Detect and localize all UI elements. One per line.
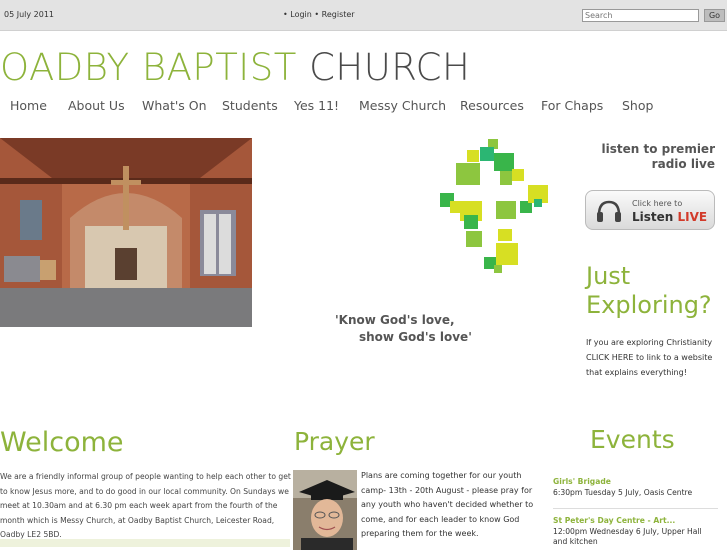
- tagline: 'Know God's love, show God's love': [335, 312, 472, 346]
- nav-item-yes-11[interactable]: Yes 11!: [294, 98, 339, 113]
- welcome-box: [0, 539, 290, 547]
- tagline-line1: 'Know God's love,: [335, 313, 455, 327]
- just-exploring-heading: Just Exploring?: [586, 262, 712, 320]
- event-detail: 6:30pm Tuesday 5 July, Oasis Centre: [553, 488, 693, 497]
- nav-item-home[interactable]: Home: [10, 98, 47, 113]
- event-detail: 12:00pm Wednesday 6 July, Upper Hall and…: [553, 527, 702, 546]
- listen-button-small-text: Click here to: [632, 199, 683, 208]
- nav-item-about-us[interactable]: About Us: [68, 98, 125, 113]
- cross-logo: [436, 135, 552, 275]
- nav-item-students[interactable]: Students: [222, 98, 278, 113]
- main-nav: Home About Us What's On Students Yes 11!…: [0, 98, 727, 116]
- search-go-button[interactable]: Go: [704, 9, 725, 22]
- nav-item-shop[interactable]: Shop: [622, 98, 653, 113]
- welcome-text: We are a friendly informal group of peop…: [0, 472, 291, 539]
- exploring-text[interactable]: If you are exploring Christianity CLICK …: [586, 335, 721, 380]
- nav-item-for-chaps[interactable]: For Chaps: [541, 98, 603, 113]
- current-date: 05 July 2011: [4, 10, 55, 19]
- listen-button-big-text: Listen LIVE: [632, 210, 707, 224]
- login-register-links[interactable]: • Login • Register: [283, 10, 355, 19]
- headphones-icon: [597, 200, 621, 222]
- tagline-line2: show God's love': [359, 330, 472, 344]
- exploring-line1: Just: [586, 262, 631, 290]
- church-interior-photo: [0, 138, 252, 327]
- top-bar: 05 July 2011 • Login • Register Go: [0, 0, 727, 31]
- premier-line1: listen to premier: [601, 142, 715, 156]
- site-title-part1: OADBY BAPTIST: [0, 46, 297, 89]
- welcome-heading: Welcome: [0, 427, 124, 458]
- nav-item-messy-church[interactable]: Messy Church: [359, 98, 446, 113]
- search-input[interactable]: [582, 9, 699, 22]
- premier-radio-heading: listen to premier radio live: [602, 142, 715, 172]
- prayer-heading: Prayer: [294, 427, 375, 456]
- nav-item-resources[interactable]: Resources: [460, 98, 524, 113]
- site-title[interactable]: OADBY BAPTIST CHURCH: [0, 46, 470, 89]
- site-title-part2: CHURCH: [309, 46, 471, 89]
- event-title[interactable]: St Peter's Day Centre - Art...: [553, 516, 675, 525]
- events-heading: Events: [590, 425, 675, 454]
- event-title[interactable]: Girls' Brigade: [553, 477, 611, 486]
- event-divider: [553, 508, 718, 509]
- nav-item-whats-on[interactable]: What's On: [142, 98, 207, 113]
- listen-word: Listen: [632, 210, 674, 224]
- prayer-photo: [293, 470, 357, 550]
- listen-live-button[interactable]: Click here to Listen LIVE: [585, 190, 715, 230]
- exploring-line2: Exploring?: [586, 291, 712, 319]
- premier-line2: radio live: [651, 157, 715, 171]
- live-word: LIVE: [677, 210, 708, 224]
- prayer-text: Plans are coming together for our youth …: [361, 471, 534, 538]
